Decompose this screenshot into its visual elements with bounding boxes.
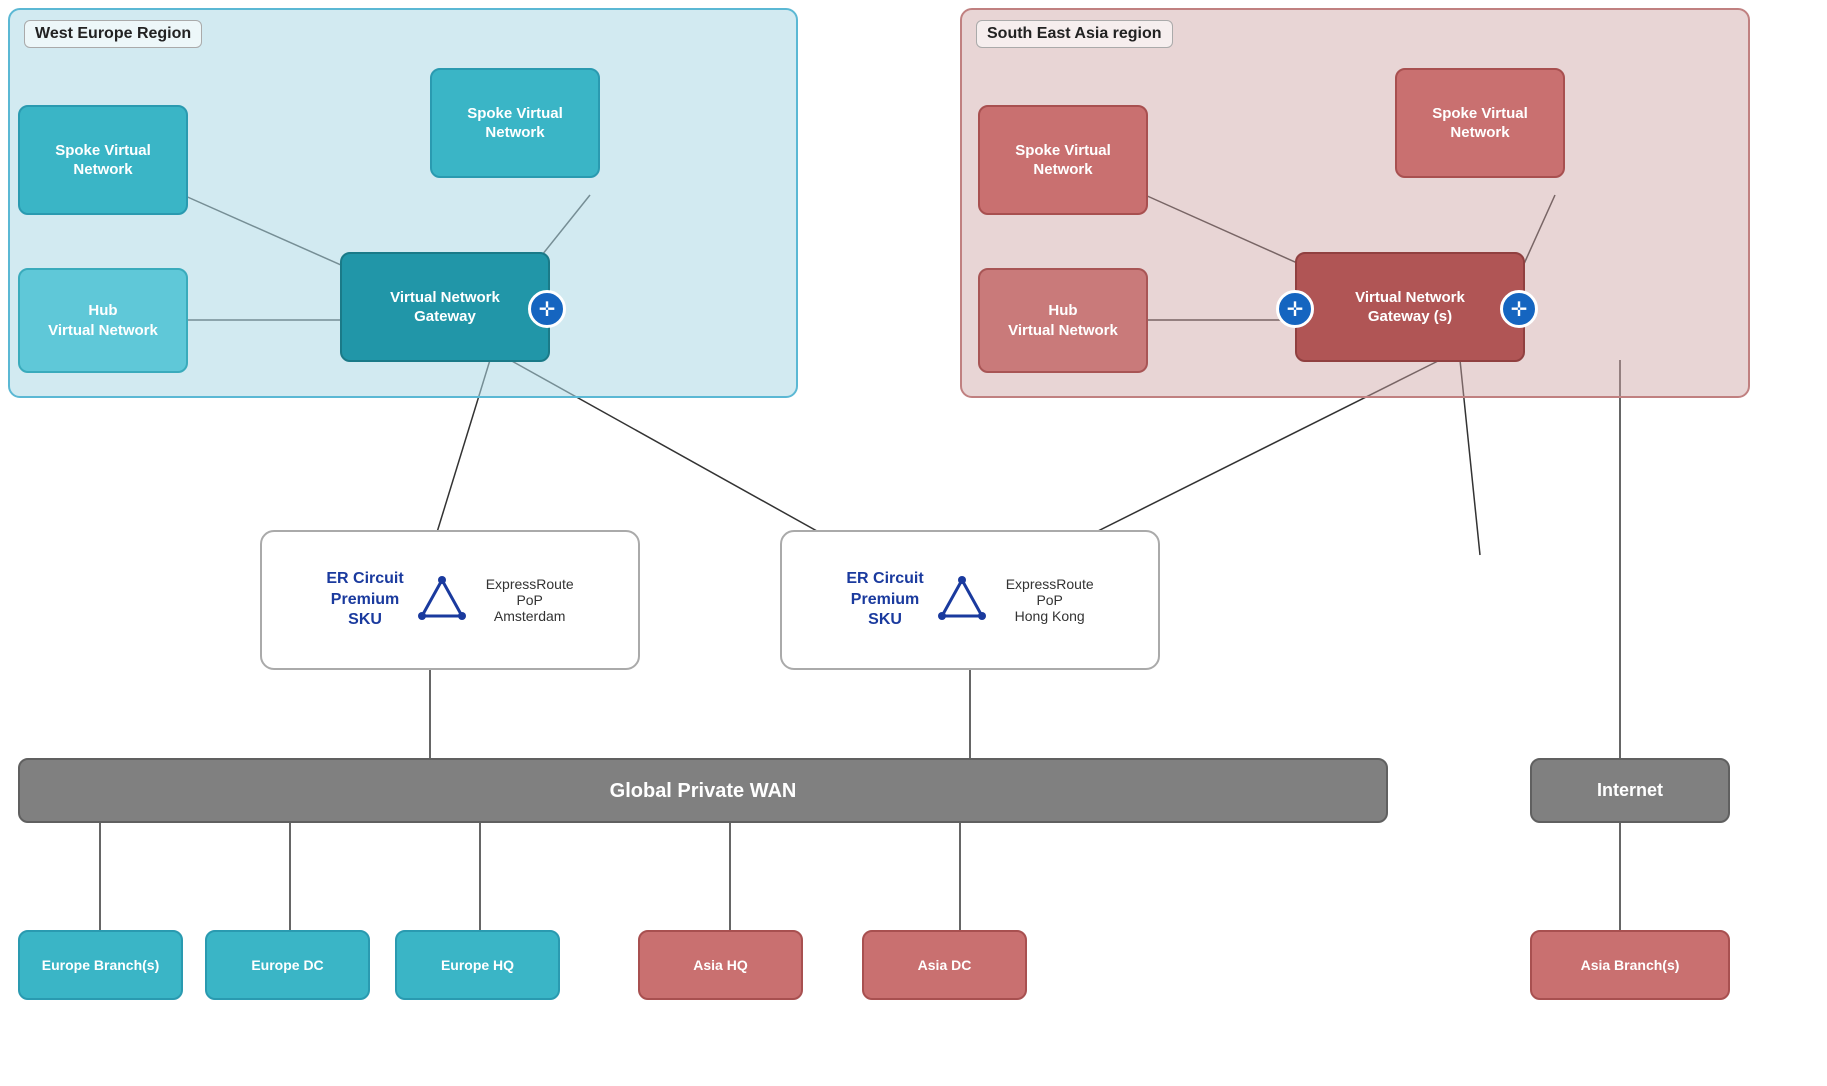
er-box-left: ER CircuitPremiumSKU ExpressRoutePoPAmst… [260, 530, 640, 670]
west-hub-label: HubVirtual Network [48, 301, 158, 340]
sea-gateway-icon1: ✛ [1276, 290, 1314, 328]
west-spoke1-node: Spoke VirtualNetwork [18, 105, 188, 215]
sea-spoke2-node: Spoke VirtualNetwork [1395, 68, 1565, 178]
sea-spoke1-label: Spoke VirtualNetwork [1015, 141, 1111, 180]
europe-hq-node: Europe HQ [395, 930, 560, 1000]
global-wan-label: Global Private WAN [610, 778, 797, 804]
west-spoke2-node: Spoke VirtualNetwork [430, 68, 600, 178]
west-hub-node: HubVirtual Network [18, 268, 188, 373]
sea-gateway-label: Virtual NetworkGateway (s) [1355, 288, 1465, 327]
asia-dc-node: Asia DC [862, 930, 1027, 1000]
diagram-container: West Europe Region South East Asia regio… [0, 0, 1827, 1086]
sea-gateway-icon2: ✛ [1500, 290, 1538, 328]
europe-dc-node: Europe DC [205, 930, 370, 1000]
er-right-pop-label: ExpressRoutePoPHong Kong [1006, 576, 1094, 624]
europe-hq-label: Europe HQ [441, 956, 514, 974]
asia-branch-node: Asia Branch(s) [1530, 930, 1730, 1000]
europe-branch-label: Europe Branch(s) [42, 956, 159, 974]
asia-dc-label: Asia DC [918, 956, 972, 974]
sea-spoke1-node: Spoke VirtualNetwork [978, 105, 1148, 215]
west-gateway-node: Virtual NetworkGateway [340, 252, 550, 362]
west-gateway-label: Virtual NetworkGateway [390, 288, 500, 327]
sea-hub-node: HubVirtual Network [978, 268, 1148, 373]
sea-label: South East Asia region [976, 20, 1173, 48]
internet-node: Internet [1530, 758, 1730, 823]
global-wan-node: Global Private WAN [18, 758, 1388, 823]
asia-hq-label: Asia HQ [693, 956, 747, 974]
west-spoke1-label: Spoke VirtualNetwork [55, 141, 151, 180]
asia-branch-label: Asia Branch(s) [1581, 956, 1680, 974]
sea-spoke2-label: Spoke VirtualNetwork [1432, 104, 1528, 143]
west-spoke2-label: Spoke VirtualNetwork [467, 104, 563, 143]
er-left-pop-label: ExpressRoutePoPAmsterdam [486, 576, 574, 624]
internet-label: Internet [1597, 779, 1663, 802]
europe-branch-node: Europe Branch(s) [18, 930, 183, 1000]
er-right-circuit-label: ER CircuitPremiumSKU [846, 569, 923, 631]
west-europe-label: West Europe Region [24, 20, 202, 48]
er-box-right: ER CircuitPremiumSKU ExpressRoutePoPHong… [780, 530, 1160, 670]
er-right-triangle-icon [938, 576, 986, 624]
west-gateway-icon: ✛ [528, 290, 566, 328]
europe-dc-label: Europe DC [251, 956, 323, 974]
er-left-circuit-label: ER CircuitPremiumSKU [326, 569, 403, 631]
asia-hq-node: Asia HQ [638, 930, 803, 1000]
er-left-triangle-icon [418, 576, 466, 624]
sea-gateway-node: Virtual NetworkGateway (s) [1295, 252, 1525, 362]
sea-hub-label: HubVirtual Network [1008, 301, 1118, 340]
